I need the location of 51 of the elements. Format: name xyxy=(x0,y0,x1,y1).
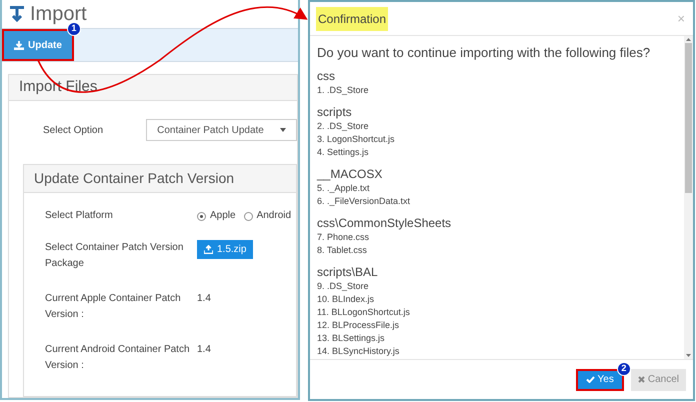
file-name: 9. .DS_Store xyxy=(317,280,370,292)
folder-name: css\CommonStyleSheets xyxy=(317,216,452,230)
callout-badge: 2 xyxy=(616,362,631,376)
radio-button[interactable] xyxy=(197,212,206,220)
scrollbar[interactable] xyxy=(684,36,693,359)
radio-button[interactable] xyxy=(244,212,253,220)
file-name: 2. .DS_Store xyxy=(317,120,370,132)
upload-icon xyxy=(204,245,213,254)
panel-title: Import Files xyxy=(19,77,98,98)
file-name: 12. BLProcessFile.js xyxy=(317,318,400,332)
file-name: 11. BLLogonShortcut.js xyxy=(317,306,411,318)
check-icon xyxy=(586,376,595,383)
field-label: Select Option xyxy=(43,124,104,138)
scroll-up-icon[interactable] xyxy=(686,38,691,41)
file-name: 8. Tablet.css xyxy=(317,244,368,256)
update-button[interactable]: Update xyxy=(2,29,74,61)
file-name: 14. BLSyncHistory.js xyxy=(317,344,400,358)
folder-name: css xyxy=(317,68,336,84)
close-icon xyxy=(638,376,645,383)
file-name: 3. LogonShortcut.js xyxy=(317,132,396,146)
folder-name: scripts xyxy=(317,104,353,120)
folder-name: scripts\BAL xyxy=(317,264,379,280)
dropdown-caret-icon xyxy=(280,128,286,132)
folder-name: __MACOSX xyxy=(317,166,384,182)
scroll-down-icon[interactable] xyxy=(686,354,691,357)
close-button[interactable]: × xyxy=(677,8,685,28)
version-value: 1.4 xyxy=(197,292,211,306)
cancel-button[interactable]: Cancel xyxy=(630,368,686,390)
field-label: Current Apple Container Patch Version : xyxy=(45,292,182,322)
panel-title: Update Container Patch Version xyxy=(34,169,234,188)
page-title: Import xyxy=(30,4,87,24)
field-label: Select Platform xyxy=(45,209,114,223)
file-name: 10. BLIndex.js xyxy=(317,292,376,306)
file-name: 5. ._Apple.txt xyxy=(317,182,371,194)
field-label: Select Container Patch Version Package xyxy=(45,241,184,271)
download-icon xyxy=(10,6,24,22)
field-label: Current Android Container Patch Version : xyxy=(45,343,191,373)
file-name: 1. .DS_Store xyxy=(317,84,370,96)
file-name: 4. Settings.js xyxy=(317,146,370,158)
upload-button[interactable]: 1.5.zip xyxy=(197,240,254,259)
radio-label: Android xyxy=(256,209,292,223)
download-icon xyxy=(14,40,24,50)
radio-label: Apple xyxy=(210,209,236,223)
dialog-title: Confirmation xyxy=(316,6,388,30)
question-text: Do you want to continue importing with the following files? xyxy=(317,44,652,62)
file-name: 6. ._FileVersionData.txt xyxy=(317,194,412,208)
version-value: 1.4 xyxy=(197,343,211,357)
option-dropdown[interactable]: Container Patch Update xyxy=(146,119,297,141)
callout-badge: 1 xyxy=(66,22,81,36)
file-name: 7. Phone.css xyxy=(317,230,370,244)
file-name: 13. BLSettings.js xyxy=(317,332,386,344)
